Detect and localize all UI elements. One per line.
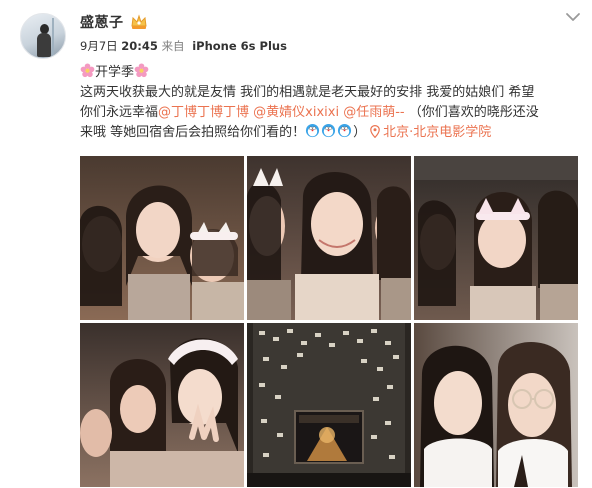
chevron-down-icon[interactable] <box>564 10 582 24</box>
avatar[interactable] <box>20 13 66 59</box>
source-prefix: 来自 <box>161 39 185 53</box>
post-date[interactable]: 9月7日 <box>80 39 118 53</box>
sakura-flower-icon <box>134 63 149 78</box>
doraemon-emoji-icon <box>322 123 336 138</box>
post-line-3: 你们永远幸福@丁博丁博丁博 @黄婧仪xixixi @任雨萌-- （你们喜欢的晓彤… <box>80 103 580 123</box>
location-link[interactable]: 北京·北京电影学院 <box>383 125 491 140</box>
post-line-4-close: ） <box>353 125 367 140</box>
photo-thumbnail[interactable] <box>414 156 578 320</box>
post-meta: 9月7日 20:45 来自 iPhone 6s Plus <box>80 38 287 54</box>
post-line-4-text: 来哦 等她回宿舍后会拍照给你们看的！ <box>80 125 306 140</box>
photo-grid <box>80 156 578 487</box>
avatar-figure-body <box>37 33 51 57</box>
photo-thumbnail[interactable] <box>414 323 578 487</box>
location-pin-icon[interactable] <box>370 125 380 138</box>
photo-thumbnail[interactable] <box>80 156 244 320</box>
weibo-post-card: 盛蒽子 9月7日 20:45 来自 iPhone 6s Plus 开学季 这两天… <box>0 0 592 488</box>
post-device[interactable]: iPhone 6s Plus <box>192 39 287 53</box>
crown-badge-icon[interactable] <box>130 14 148 30</box>
mention-link[interactable]: @任雨萌-- <box>343 105 404 120</box>
username[interactable]: 盛蒽子 <box>80 13 124 33</box>
photo-thumbnail[interactable] <box>247 156 411 320</box>
post-line-2: 这两天收获最大的就是友情 我们的相遇就是老天最好的安排 我爱的姑娘们 希望 <box>80 85 535 100</box>
doraemon-emoji-icon <box>306 123 320 138</box>
mention-link[interactable]: @丁博丁博丁博 <box>158 105 249 120</box>
topic-tag: 开学季 <box>95 65 135 80</box>
post-body: 开学季 这两天收获最大的就是友情 我们的相遇就是老天最好的安排 我爱的姑娘们 希… <box>80 63 580 143</box>
photo-thumbnail[interactable] <box>247 323 411 487</box>
post-time[interactable]: 20:45 <box>121 39 158 53</box>
sakura-flower-icon <box>80 63 95 78</box>
avatar-rail-shape <box>52 18 54 58</box>
post-line-1: 开学季 <box>80 63 580 83</box>
post-line-3-prefix: 你们永远幸福 <box>80 105 159 120</box>
doraemon-emoji-icon <box>338 123 352 138</box>
post-line-4: 来哦 等她回宿舍后会拍照给你们看的！ ） 北京·北京电影学院 <box>80 123 580 143</box>
post-line-3-suffix: （你们喜欢的晓彤还没 <box>408 105 539 120</box>
photo-thumbnail[interactable] <box>80 323 244 487</box>
mention-link[interactable]: @黄婧仪xixixi <box>253 105 339 120</box>
